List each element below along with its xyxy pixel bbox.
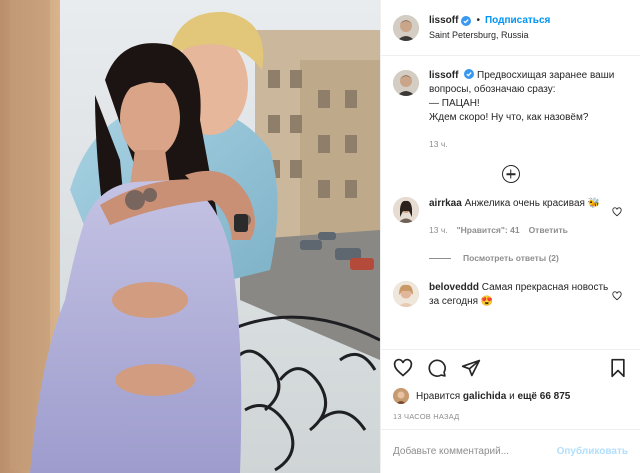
post-side-panel: lissoff • Подписаться Saint Petersburg, …: [380, 0, 640, 473]
comments-list[interactable]: lissoff Предвосхищая заранее ваши вопрос…: [381, 57, 640, 348]
comment-text: Анжелика очень красивая 🐝: [464, 198, 601, 209]
view-replies-label: Посмотреть ответы (2): [463, 253, 559, 263]
heart-icon[interactable]: [612, 207, 622, 217]
caption-time[interactable]: 13 ч.: [429, 137, 628, 151]
reply-button[interactable]: Ответить: [529, 223, 568, 237]
likes-summary: Нравится galichida и ещё 66 875: [381, 378, 640, 404]
caption-avatar[interactable]: [393, 70, 419, 96]
heart-icon[interactable]: [612, 291, 622, 301]
liker-username[interactable]: galichida: [463, 391, 506, 402]
comment-item: airrkaa Анжелика очень красивая 🐝 13 ч. …: [381, 197, 640, 237]
author-avatar[interactable]: [393, 14, 419, 41]
verified-badge-icon: [461, 15, 472, 26]
likes-count[interactable]: ещё 66 875: [517, 391, 570, 402]
likes-prefix: Нравится: [416, 390, 461, 402]
comment-username[interactable]: beloveddd: [429, 282, 479, 293]
likes-and: и: [509, 390, 515, 402]
caption: lissoff Предвосхищая заранее ваши вопрос…: [381, 57, 640, 151]
follow-button[interactable]: Подписаться: [485, 14, 550, 28]
add-comment-plus-icon[interactable]: [501, 165, 520, 183]
load-more: [381, 165, 640, 183]
publish-button[interactable]: Опубликовать: [557, 446, 628, 457]
add-comment-bar: Опубликовать: [381, 429, 640, 473]
replies-line: [429, 257, 451, 259]
post-header: lissoff • Подписаться Saint Petersburg, …: [381, 0, 640, 56]
heart-icon[interactable]: [393, 358, 413, 378]
author-username[interactable]: lissoff: [429, 14, 458, 28]
caption-username[interactable]: lissoff: [429, 70, 458, 81]
verified-badge-icon: [464, 69, 475, 79]
comment-input[interactable]: [393, 446, 557, 457]
separator-dot: •: [476, 14, 480, 26]
liker-avatar[interactable]: [393, 388, 409, 404]
comment-avatar[interactable]: [393, 281, 419, 307]
post-timestamp[interactable]: 13 ЧАСОВ НАЗАД: [381, 404, 640, 421]
post-photo[interactable]: [0, 0, 380, 473]
comment-avatar[interactable]: [393, 197, 419, 223]
photo-illustration: [0, 0, 380, 473]
comment-time[interactable]: 13 ч.: [429, 223, 448, 237]
comment-likes[interactable]: "Нравится": 41: [457, 223, 520, 237]
view-replies-button[interactable]: Посмотреть ответы (2): [429, 253, 640, 263]
post-actions: Нравится galichida и ещё 66 875 13 ЧАСОВ…: [381, 349, 640, 421]
post-modal: lissoff • Подписаться Saint Petersburg, …: [0, 0, 640, 473]
comment-item: beloveddd Самая прекрасная новость за се…: [381, 281, 640, 309]
post-location[interactable]: Saint Petersburg, Russia: [429, 28, 550, 42]
comment-username[interactable]: airrkaa: [429, 198, 462, 209]
share-icon[interactable]: [461, 358, 481, 378]
bookmark-icon[interactable]: [608, 358, 628, 378]
comment-icon[interactable]: [427, 358, 447, 378]
